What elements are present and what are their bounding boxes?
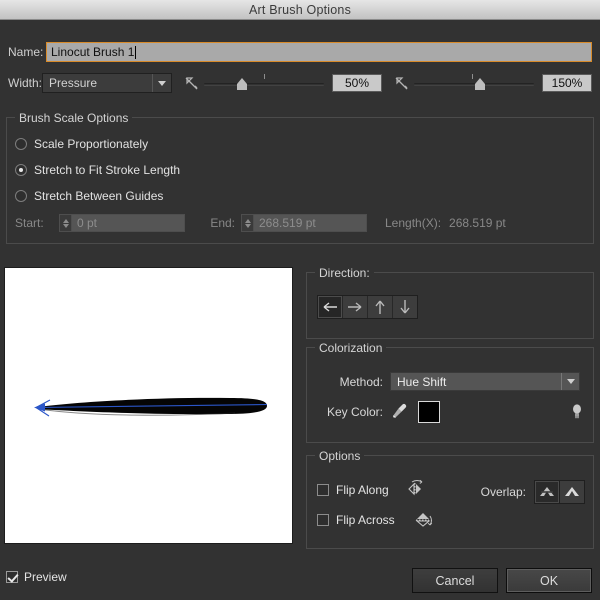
text-caret [135, 45, 137, 59]
preview-artwork [34, 397, 268, 417]
width-method-value: Pressure [49, 76, 98, 90]
width-max-value[interactable]: 150% [542, 74, 592, 92]
colorization-method-select[interactable]: Hue Shift [390, 372, 580, 391]
width-label: Width: [8, 76, 43, 90]
overlap-row: Overlap: [481, 480, 585, 504]
width-max-slider-group: 150% [394, 74, 592, 92]
width-min-value[interactable]: 50% [332, 74, 382, 92]
art-brush-options-dialog: Art Brush Options Name: Linocut Brush 1 … [0, 0, 600, 600]
width-max-slider[interactable] [414, 74, 534, 92]
direction-button-bar [317, 295, 418, 319]
width-min-slider[interactable] [204, 74, 324, 92]
slider-thumb[interactable] [237, 78, 248, 90]
colorization-method-row: Method: Hue Shift [317, 372, 585, 391]
overlap-allow-button[interactable] [560, 480, 585, 504]
radio-indicator [15, 138, 27, 150]
width-min-slider-group: 50% [184, 74, 382, 92]
eyedropper-icon[interactable] [390, 402, 408, 423]
dialog-buttons: Cancel OK [412, 568, 592, 593]
start-end-row: Start: 0 pt End: 268.519 pt Length(X): 2… [15, 213, 506, 233]
overlap-label: Overlap: [480, 485, 526, 499]
overlap-prevent-button[interactable] [534, 480, 560, 504]
arrow-left-icon [323, 302, 337, 312]
options-legend: Options [315, 449, 365, 463]
length-value: 268.519 pt [449, 216, 506, 230]
direction-down-button[interactable] [393, 296, 417, 318]
arrow-down-icon [400, 300, 410, 314]
width-row: Width: Pressure 50% 150% [8, 72, 592, 94]
radio-stretch-between-guides[interactable]: Stretch Between Guides [15, 186, 163, 206]
dialog-title: Art Brush Options [248, 2, 352, 17]
radio-stretch-to-fit[interactable]: Stretch to Fit Stroke Length [15, 160, 180, 180]
key-color-label: Key Color: [326, 405, 383, 419]
direction-up-button[interactable] [368, 296, 393, 318]
chevron-down-icon [561, 373, 579, 390]
flip-along-checkbox[interactable] [317, 484, 329, 496]
arrow-up-icon [375, 300, 385, 314]
slider-tick [472, 74, 473, 79]
direction-group: Direction: [306, 266, 594, 339]
preview-label: Preview [24, 570, 67, 584]
flip-along-label: Flip Along [336, 483, 389, 497]
slider-tick [264, 74, 265, 79]
brush-scale-options-group: Brush Scale Options Scale Proportionatel… [6, 111, 594, 244]
overlap-prevent-icon [540, 487, 554, 496]
slider-track [414, 83, 534, 86]
radio-label: Stretch Between Guides [34, 189, 164, 203]
preview-checkbox[interactable] [6, 571, 18, 583]
name-label: Name: [8, 45, 44, 59]
radio-label: Stretch to Fit Stroke Length [34, 163, 181, 177]
radio-label: Scale Proportionately [34, 137, 149, 151]
ok-button[interactable]: OK [506, 568, 592, 593]
direction-left-button[interactable] [318, 296, 343, 318]
lightbulb-icon[interactable] [569, 402, 585, 423]
start-label: Start: [15, 216, 44, 230]
flip-along-icon [407, 479, 427, 502]
pen-nib-icon [394, 75, 410, 91]
length-label: Length(X): [385, 216, 442, 230]
direction-legend: Direction: [315, 266, 374, 280]
radio-scale-proportionately[interactable]: Scale Proportionately [15, 134, 148, 154]
options-group: Options Flip Along Flip Across Overlap: [306, 449, 594, 549]
pen-nib-icon [184, 75, 200, 91]
end-label: End: [210, 216, 235, 230]
flip-across-row[interactable]: Flip Across [317, 510, 433, 530]
cancel-button[interactable]: Cancel [412, 568, 498, 593]
end-input[interactable]: 268.519 pt [254, 214, 367, 232]
start-input[interactable]: 0 pt [72, 214, 185, 232]
preview-checkbox-row[interactable]: Preview [6, 570, 67, 584]
chevron-down-icon [152, 74, 171, 92]
flip-across-label: Flip Across [336, 513, 395, 527]
radio-indicator [15, 164, 27, 176]
flip-across-checkbox[interactable] [317, 514, 329, 526]
brush-stroke-preview [4, 267, 293, 544]
key-color-swatch[interactable] [418, 401, 440, 423]
brush-name-input[interactable]: Linocut Brush 1 [46, 42, 592, 62]
brush-scale-legend: Brush Scale Options [15, 111, 133, 125]
start-stepper[interactable] [59, 214, 72, 232]
key-color-row: Key Color: [317, 400, 585, 424]
width-method-select[interactable]: Pressure [42, 73, 172, 93]
name-row: Name: Linocut Brush 1 [8, 41, 592, 63]
flip-along-row[interactable]: Flip Along [317, 479, 427, 502]
dialog-titlebar: Art Brush Options [0, 0, 600, 20]
colorization-legend: Colorization [315, 341, 387, 355]
slider-thumb[interactable] [475, 78, 486, 90]
slider-track [204, 83, 324, 86]
arrow-right-icon [348, 302, 362, 312]
colorization-group: Colorization Method: Hue Shift Key Color… [306, 341, 594, 443]
direction-right-button[interactable] [343, 296, 368, 318]
end-stepper[interactable] [241, 214, 254, 232]
radio-indicator [15, 190, 27, 202]
brush-name-value: Linocut Brush 1 [51, 45, 135, 59]
method-label: Method: [339, 374, 383, 389]
overlap-allow-icon [565, 487, 579, 496]
colorization-method-value: Hue Shift [397, 374, 447, 389]
flip-across-icon [413, 509, 433, 532]
